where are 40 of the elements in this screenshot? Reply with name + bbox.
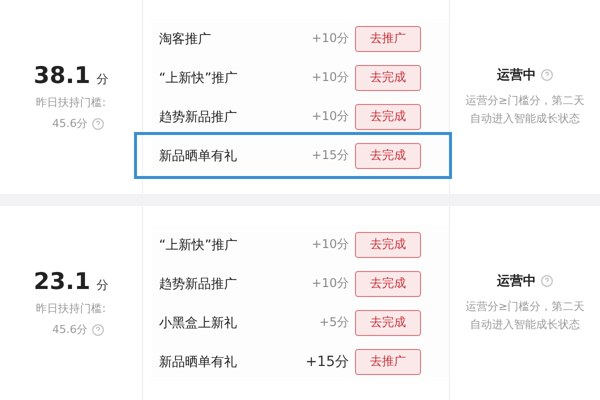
task-name: 新品晒单有礼 xyxy=(159,354,238,370)
status-note: 运营分≥门槛分，第二天自动进入智能成长状态 xyxy=(464,93,586,127)
score-unit: 分 xyxy=(96,71,108,88)
task-points: +15分 xyxy=(312,147,349,164)
task-action-button[interactable]: 去完成 xyxy=(355,64,421,90)
task-name: 淘客推广 xyxy=(159,30,212,48)
task-points: +10分 xyxy=(312,108,349,125)
task-action-button[interactable]: 去推广 xyxy=(355,26,421,52)
task-name: 趋势新品推广 xyxy=(159,108,238,126)
score-value: 38.1 xyxy=(34,63,90,89)
task-name: 新品晒单有礼 xyxy=(159,148,238,164)
threshold-value: 45.6分 xyxy=(52,116,88,131)
help-icon[interactable] xyxy=(541,69,553,82)
task-action-button[interactable]: 去完成 xyxy=(355,310,421,336)
task-points: +15分 xyxy=(305,352,349,370)
task-action-button[interactable]: 去完成 xyxy=(355,270,421,296)
threshold-label: 昨日扶持门槛: xyxy=(36,95,106,110)
task-points: +10分 xyxy=(312,236,349,253)
score-value: 23.1 xyxy=(34,269,90,295)
threshold-value: 45.6分 xyxy=(52,322,88,337)
task-action-button[interactable]: 去完成 xyxy=(355,104,421,130)
help-icon[interactable] xyxy=(92,118,104,130)
task-points: +5分 xyxy=(319,314,349,331)
task-name: 小黑盒上新礼 xyxy=(159,314,238,332)
task-action-button[interactable]: 去完成 xyxy=(355,232,421,258)
help-icon[interactable] xyxy=(541,275,553,288)
task-points: +10分 xyxy=(312,275,349,292)
task-points: +10分 xyxy=(312,30,349,47)
score-unit: 分 xyxy=(96,277,108,294)
task-action-button[interactable]: 去推广 xyxy=(355,348,421,374)
help-icon[interactable] xyxy=(92,324,104,336)
status-label: 运营中 xyxy=(497,67,536,84)
task-name: 趋势新品推广 xyxy=(159,276,238,292)
threshold-label: 昨日扶持门槛: xyxy=(36,301,106,316)
task-points: +10分 xyxy=(312,69,349,86)
task-action-button[interactable]: 去完成 xyxy=(355,142,421,168)
task-name: “上新快”推广 xyxy=(159,70,238,86)
status-label: 运营中 xyxy=(497,273,536,290)
status-note: 运营分≥门槛分，第二天自动进入智能成长状态 xyxy=(464,299,586,333)
task-name: “上新快”推广 xyxy=(159,236,238,254)
